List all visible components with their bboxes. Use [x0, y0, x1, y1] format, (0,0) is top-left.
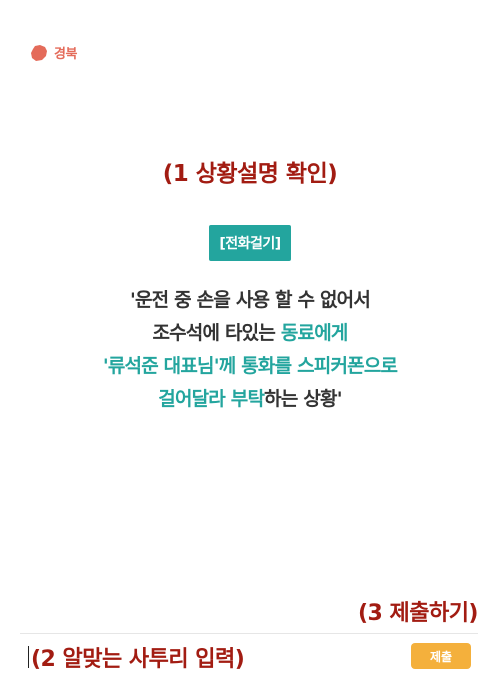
- text-cursor: [28, 646, 29, 668]
- category-badge: [전화걸기]: [209, 225, 291, 261]
- submit-button[interactable]: 제출: [411, 643, 471, 669]
- scenario-highlight: 동료에게: [280, 322, 349, 344]
- step2-instruction: (2 알맞는 사투리 입력): [31, 647, 245, 672]
- scenario-line-3: '류석준 대표님'께 통화를 스피커폰으로: [0, 350, 500, 383]
- divider: [20, 633, 478, 634]
- scenario-highlight: 께 통화를 스피커폰으로: [218, 355, 398, 377]
- scenario-line-4: 걸어달라 부탁하는 상황': [0, 383, 500, 416]
- step3-instruction: (3 제출하기): [357, 601, 479, 626]
- region-tag: 경북: [29, 43, 77, 62]
- scenario-line-2: 조수석에 타있는 동료에게: [0, 317, 500, 350]
- scenario-line-1: '운전 중 손을 사용 할 수 없어서: [129, 289, 371, 311]
- scenario-text-segment: 조수석에 타있는: [152, 322, 281, 344]
- region-label: 경북: [54, 47, 77, 62]
- scenario-text-segment: 하는 상황': [264, 388, 342, 410]
- map-region-icon: [31, 44, 47, 61]
- scenario-highlight: '류석준 대표님': [102, 355, 220, 377]
- dialect-input[interactable]: (2 알맞는 사투리 입력): [28, 643, 408, 672]
- scenario-text: '운전 중 손을 사용 할 수 없어서 조수석에 타있는 동료에게 '류석준 대…: [0, 284, 500, 416]
- step1-instruction: (1 상황설명 확인): [162, 161, 338, 187]
- scenario-highlight: 걸어달라 부탁: [158, 388, 265, 410]
